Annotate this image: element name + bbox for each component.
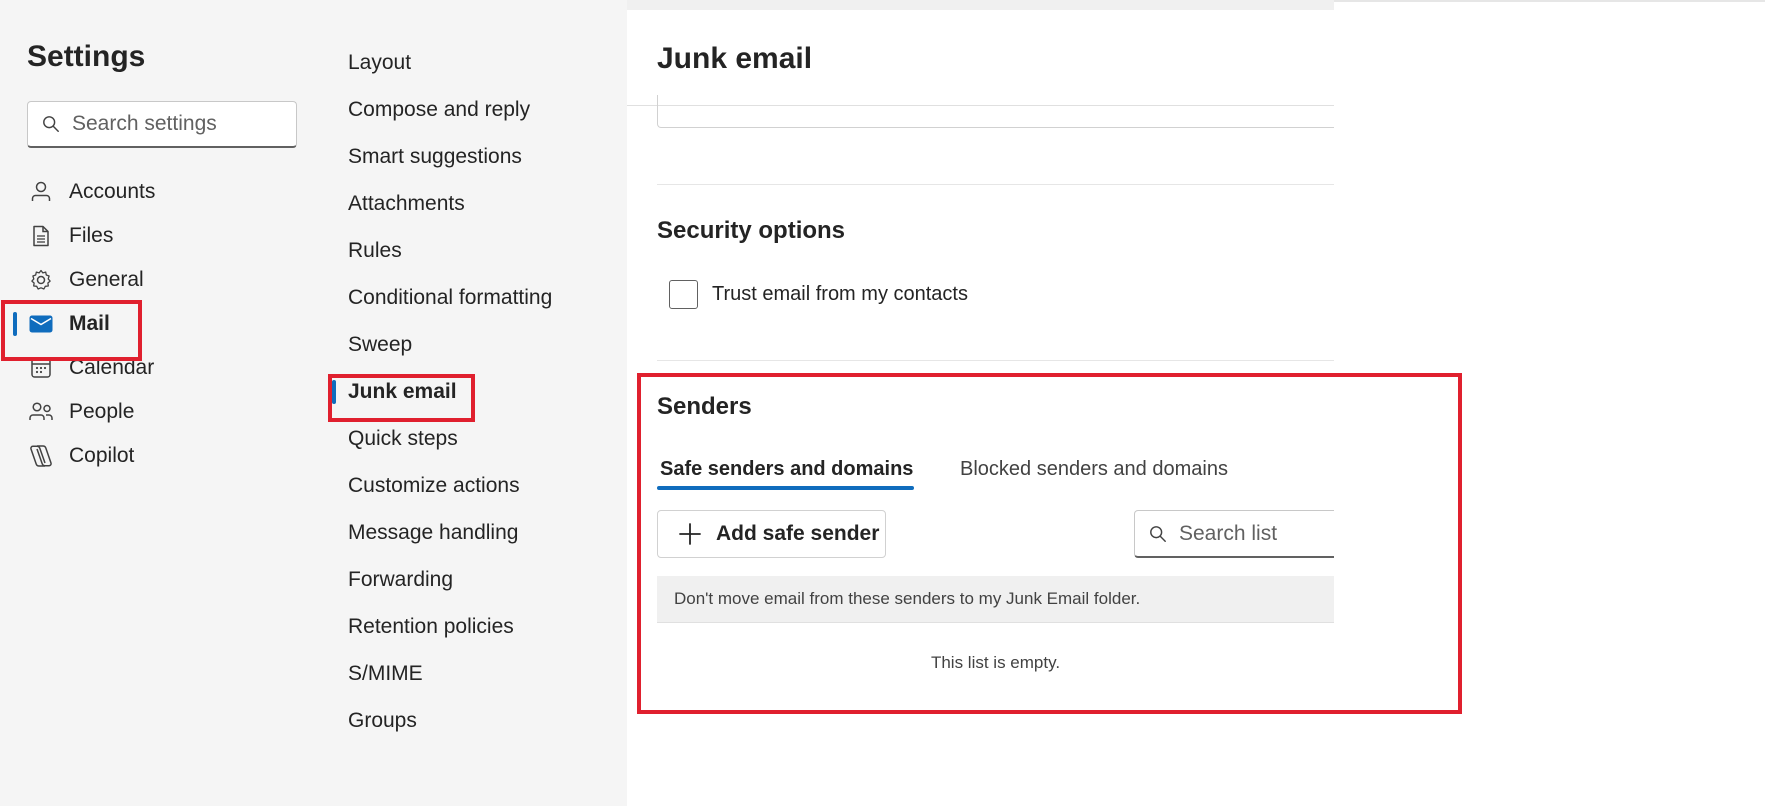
category-label: Forwarding <box>348 568 454 591</box>
category-label: Retention policies <box>348 615 514 638</box>
category-layout[interactable]: Layout <box>327 41 627 85</box>
category-groups[interactable]: Groups <box>327 699 627 743</box>
copilot-icon <box>28 443 54 469</box>
top-strip <box>627 0 1334 10</box>
category-label: Layout <box>348 51 412 74</box>
category-attachments[interactable]: Attachments <box>327 182 627 226</box>
sidebar-item-calendar[interactable]: Calendar <box>0 346 327 390</box>
mail-settings-nav: Layout Compose and reply Smart suggestio… <box>327 0 627 806</box>
gear-icon <box>28 267 54 293</box>
sidebar-item-general[interactable]: General <box>0 258 327 302</box>
document-icon <box>28 223 54 249</box>
category-quick-steps[interactable]: Quick steps <box>327 417 627 461</box>
section-divider <box>657 360 1334 361</box>
category-forwarding[interactable]: Forwarding <box>327 558 627 602</box>
sidebar-item-label: General <box>69 268 144 291</box>
junk-email-panel: Junk email Security options Trust email … <box>627 10 1334 806</box>
category-smime[interactable]: S/MIME <box>327 652 627 696</box>
category-retention-policies[interactable]: Retention policies <box>327 605 627 649</box>
window-edge-line <box>1334 0 1765 2</box>
category-label: Junk email <box>348 380 457 403</box>
sidebar-item-label: Calendar <box>69 356 155 379</box>
plus-icon <box>679 523 701 545</box>
search-icon <box>1150 525 1166 542</box>
add-safe-sender-label: Add safe sender <box>716 522 880 545</box>
list-empty-message: This list is empty. <box>930 653 1061 672</box>
sidebar-item-label: Files <box>69 224 114 247</box>
tab-safe-senders[interactable]: Safe senders and domains <box>660 458 913 481</box>
sidebar-item-label: Copilot <box>69 444 135 467</box>
list-search-input[interactable] <box>1179 521 1329 546</box>
category-rules[interactable]: Rules <box>327 229 627 273</box>
trust-contacts-option[interactable]: Trust email from my contacts <box>669 280 968 309</box>
active-indicator <box>13 312 17 336</box>
tab-blocked-senders[interactable]: Blocked senders and domains <box>960 458 1228 481</box>
people-icon <box>28 399 54 425</box>
category-conditional-formatting[interactable]: Conditional formatting <box>327 276 627 320</box>
active-tab-underline <box>657 486 914 490</box>
settings-search-box[interactable] <box>27 101 297 148</box>
page-title: Junk email <box>657 42 813 75</box>
category-label: S/MIME <box>348 662 423 685</box>
category-sweep[interactable]: Sweep <box>327 323 627 367</box>
category-label: Compose and reply <box>348 98 531 121</box>
category-label: Message handling <box>348 521 519 544</box>
category-smart-suggestions[interactable]: Smart suggestions <box>327 135 627 179</box>
sidebar-item-mail[interactable]: Mail <box>0 302 327 346</box>
category-label: Rules <box>348 239 402 262</box>
person-icon <box>28 179 54 205</box>
category-label: Smart suggestions <box>348 145 522 168</box>
safe-senders-list-header: Don't move email from these senders to m… <box>657 576 1334 623</box>
category-label: Sweep <box>348 333 413 356</box>
sidebar-item-label: People <box>69 400 135 423</box>
scrolled-field <box>657 95 1334 128</box>
category-label: Quick steps <box>348 427 458 450</box>
senders-title: Senders <box>657 393 752 420</box>
list-search-box[interactable] <box>1134 510 1334 558</box>
search-icon <box>43 116 59 132</box>
active-indicator <box>332 380 336 404</box>
add-safe-sender-button[interactable]: Add safe sender <box>657 510 886 558</box>
category-label: Groups <box>348 709 417 732</box>
section-divider <box>657 184 1334 185</box>
settings-search-input[interactable] <box>72 112 272 136</box>
category-message-handling[interactable]: Message handling <box>327 511 627 555</box>
settings-title: Settings <box>27 40 146 73</box>
calendar-icon <box>28 355 54 381</box>
trust-contacts-label: Trust email from my contacts <box>712 283 968 305</box>
category-compose-and-reply[interactable]: Compose and reply <box>327 88 627 132</box>
sidebar-item-accounts[interactable]: Accounts <box>0 170 327 214</box>
sidebar-item-files[interactable]: Files <box>0 214 327 258</box>
trust-contacts-checkbox[interactable] <box>669 280 698 309</box>
settings-nav: Settings Accounts Files General Mail <box>0 0 327 806</box>
sidebar-item-copilot[interactable]: Copilot <box>0 434 327 478</box>
category-junk-email[interactable]: Junk email <box>327 370 627 414</box>
mail-icon <box>28 311 54 337</box>
sidebar-item-people[interactable]: People <box>0 390 327 434</box>
category-label: Attachments <box>348 192 465 215</box>
sidebar-item-label: Mail <box>69 312 110 335</box>
category-label: Conditional formatting <box>348 286 553 309</box>
sidebar-item-label: Accounts <box>69 180 156 203</box>
category-customize-actions[interactable]: Customize actions <box>327 464 627 508</box>
category-label: Customize actions <box>348 474 520 497</box>
security-options-title: Security options <box>657 217 846 244</box>
